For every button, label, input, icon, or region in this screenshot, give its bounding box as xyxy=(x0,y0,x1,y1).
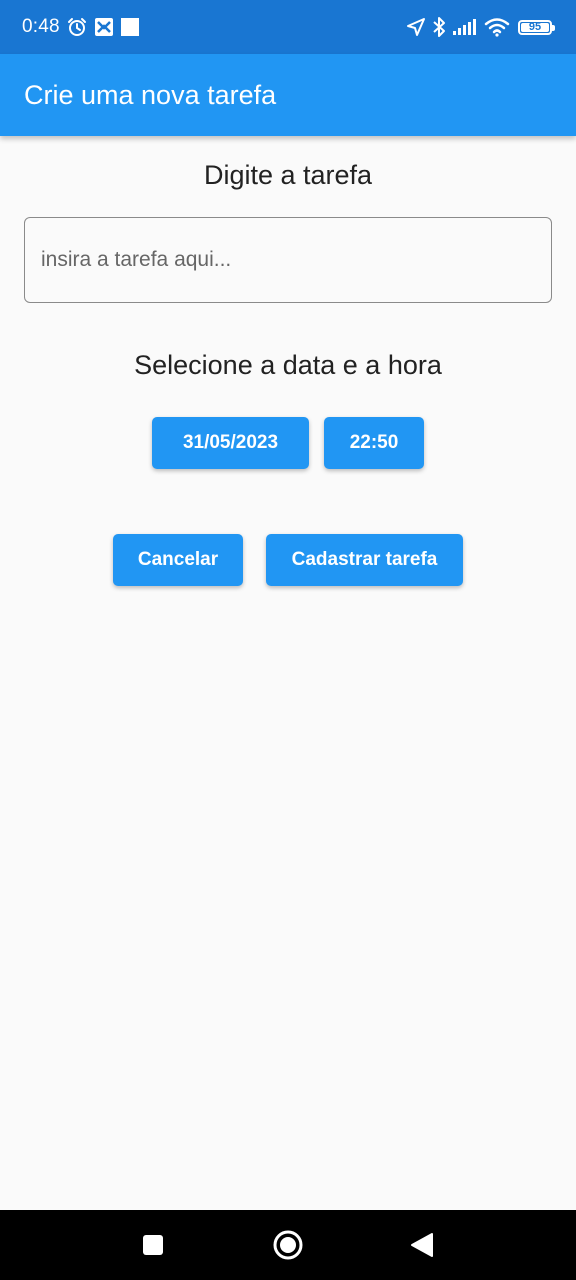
home-circle-icon xyxy=(273,1230,303,1260)
datetime-heading: Selecione a data e a hora xyxy=(134,350,442,380)
battery-level-text: 95 xyxy=(528,20,542,33)
status-right: 95 xyxy=(406,0,555,54)
signal-icon xyxy=(452,18,478,36)
alarm-icon xyxy=(66,16,88,38)
status-left: 0:48 xyxy=(22,0,140,54)
back-button[interactable] xyxy=(387,1210,457,1280)
task-heading: Digite a tarefa xyxy=(203,160,373,190)
recents-button[interactable] xyxy=(118,1210,188,1280)
navigation-bar xyxy=(0,1210,576,1280)
bluetooth-icon xyxy=(432,16,446,38)
screen: 0:48 95 Crie uma nova tarefa Digite a ta… xyxy=(0,0,576,1280)
app-notification-icon xyxy=(94,17,114,37)
app-bar: Crie uma nova tarefa xyxy=(0,54,576,136)
status-time: 0:48 xyxy=(22,16,60,37)
location-arrow-icon xyxy=(406,17,426,37)
wifi-icon xyxy=(484,17,510,37)
time-picker-button[interactable]: 22:50 xyxy=(324,417,424,469)
cancel-button[interactable]: Cancelar xyxy=(113,534,243,586)
status-bar: 0:48 95 xyxy=(0,0,576,54)
submit-task-button[interactable]: Cadastrar tarefa xyxy=(266,534,463,586)
battery-icon: 95 xyxy=(518,19,555,35)
page-title: Crie uma nova tarefa xyxy=(24,79,277,110)
home-button[interactable] xyxy=(253,1210,323,1280)
recents-square-icon xyxy=(143,1235,163,1255)
back-triangle-icon xyxy=(411,1233,433,1257)
task-input[interactable] xyxy=(24,217,552,303)
date-picker-button[interactable]: 31/05/2023 xyxy=(152,417,309,469)
square-notification-icon xyxy=(120,17,140,37)
